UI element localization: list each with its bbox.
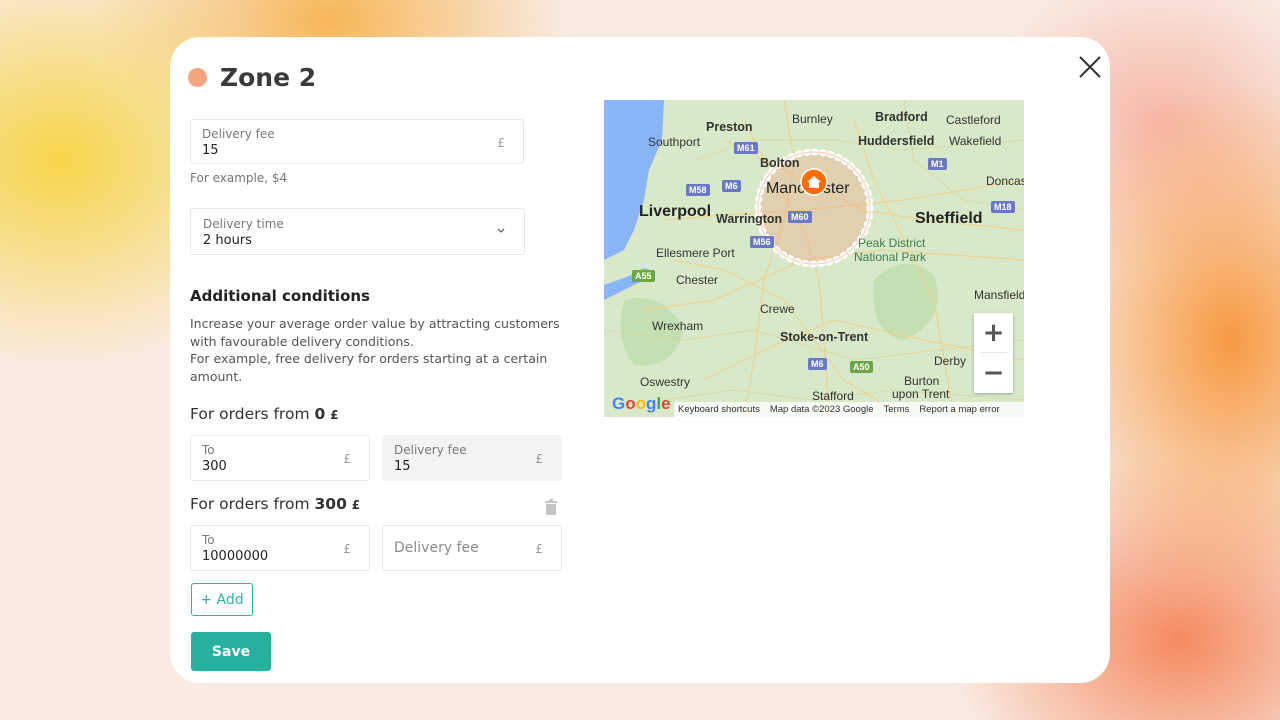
- add-tier-button[interactable]: + Add: [191, 583, 253, 616]
- tier-to-label: To: [202, 533, 215, 547]
- road-marker: M56: [750, 236, 774, 248]
- home-marker-icon[interactable]: [800, 168, 828, 196]
- tier-prefix: For orders from: [190, 405, 310, 423]
- map-view[interactable]: Preston Burnley Bradford Castleford Sout…: [604, 100, 1024, 417]
- map-label: Sheffield: [915, 210, 983, 227]
- additional-conditions-description: Increase your average order value by att…: [190, 315, 560, 385]
- delivery-time-select[interactable]: Delivery time 2 hours: [190, 208, 525, 255]
- map-label: National Park: [854, 250, 927, 264]
- delivery-time-label: Delivery time: [203, 217, 284, 231]
- map-label: Castleford: [946, 113, 1001, 127]
- road-marker: A50: [850, 361, 873, 373]
- zone-modal: Zone 2 Delivery fee 15 £ For example, $4…: [170, 37, 1110, 683]
- description-line: Increase your average order value by att…: [190, 316, 560, 349]
- map-label: Warrington: [716, 212, 783, 226]
- tier-currency: £: [330, 408, 339, 422]
- description-line: For example, free delivery for orders st…: [190, 351, 548, 384]
- delivery-fee-value: 15: [202, 143, 219, 158]
- tier-to-value: 300: [202, 459, 227, 474]
- map-label: Crewe: [760, 302, 795, 316]
- map-label: Southport: [648, 135, 701, 149]
- zone-color-dot: [188, 68, 207, 87]
- tier-to-label: To: [202, 443, 215, 457]
- tier-to-field[interactable]: To 10000000 £: [190, 525, 370, 571]
- chevron-down-icon: [497, 228, 505, 233]
- tier-fee-field[interactable]: Delivery fee 15 £: [382, 435, 562, 481]
- report-error-link[interactable]: Report a map error: [919, 404, 999, 415]
- page-title: Zone 2: [220, 63, 317, 92]
- map-attribution: Keyboard shortcuts Map data ©2023 Google…: [674, 402, 1024, 417]
- zoom-out-button[interactable]: −: [974, 353, 1013, 392]
- tier-fee-label: Delivery fee: [394, 443, 467, 457]
- tier-currency: £: [351, 498, 361, 512]
- currency-symbol: £: [535, 452, 543, 466]
- map-label: Derby: [934, 354, 967, 368]
- modal-header: Zone 2: [188, 63, 316, 92]
- map-label: Bradford: [875, 110, 928, 124]
- road-marker: A55: [632, 270, 655, 282]
- road-marker: M60: [788, 211, 812, 223]
- map-label: Preston: [706, 120, 753, 134]
- map-label: Doncas: [986, 174, 1024, 188]
- map-label: Burton: [904, 374, 940, 388]
- map-label: Stoke-on-Trent: [780, 330, 869, 344]
- delivery-time-value: 2 hours: [203, 233, 252, 248]
- map-label: Wrexham: [652, 319, 704, 333]
- currency-symbol: £: [343, 452, 351, 466]
- tier-heading: For orders from 300 £: [190, 495, 360, 513]
- map-label: Ellesmere Port: [656, 246, 735, 260]
- tier-fee-value: 15: [394, 459, 411, 474]
- map-label: Chester: [676, 273, 719, 287]
- tier-to-field[interactable]: To 300 £: [190, 435, 370, 481]
- terms-link[interactable]: Terms: [884, 404, 910, 415]
- map-label: upon Trent: [892, 387, 950, 401]
- tier-from-value: 0: [314, 405, 326, 423]
- zoom-controls: + −: [974, 313, 1013, 393]
- map-label: Burnley: [792, 112, 833, 126]
- currency-symbol: £: [497, 136, 505, 150]
- tier-prefix: For orders from: [190, 495, 310, 513]
- road-marker: M61: [734, 142, 758, 154]
- road-marker: M18: [991, 201, 1015, 213]
- tier-fee-placeholder: Delivery fee: [394, 540, 479, 556]
- tier-from-value: 300: [314, 495, 347, 513]
- delivery-fee-hint: For example, $4: [190, 171, 288, 185]
- trash-icon[interactable]: [544, 499, 558, 515]
- map-label: Oswestry: [640, 375, 691, 389]
- map-data-text: Map data ©2023 Google: [769, 404, 874, 415]
- map-label: Wakefield: [949, 134, 1002, 148]
- map-label: Liverpool: [639, 203, 712, 220]
- map-label: Huddersfield: [858, 134, 935, 148]
- road-marker: M1: [928, 158, 947, 170]
- tier-to-value: 10000000: [202, 549, 269, 564]
- delivery-fee-label: Delivery fee: [202, 127, 275, 141]
- map-label: Peak District: [858, 236, 926, 250]
- additional-conditions-heading: Additional conditions: [190, 287, 370, 305]
- zoom-in-button[interactable]: +: [974, 313, 1013, 352]
- close-icon[interactable]: [1074, 51, 1106, 83]
- tier-fee-field[interactable]: Delivery fee £: [382, 525, 562, 571]
- road-marker: M58: [686, 184, 710, 196]
- tier-heading: For orders from 0 £: [190, 405, 339, 423]
- road-marker: M6: [722, 180, 741, 192]
- google-logo: Google: [612, 394, 671, 413]
- map-label: Stafford: [812, 389, 854, 403]
- map-label: Mansfield: [974, 288, 1024, 302]
- keyboard-shortcuts-link[interactable]: Keyboard shortcuts: [678, 404, 760, 415]
- road-marker: M6: [808, 358, 827, 370]
- currency-symbol: £: [535, 542, 543, 556]
- delivery-fee-field[interactable]: Delivery fee 15 £: [190, 119, 524, 164]
- currency-symbol: £: [343, 542, 351, 556]
- save-button[interactable]: Save: [191, 632, 271, 671]
- map-label: Bolton: [760, 156, 800, 170]
